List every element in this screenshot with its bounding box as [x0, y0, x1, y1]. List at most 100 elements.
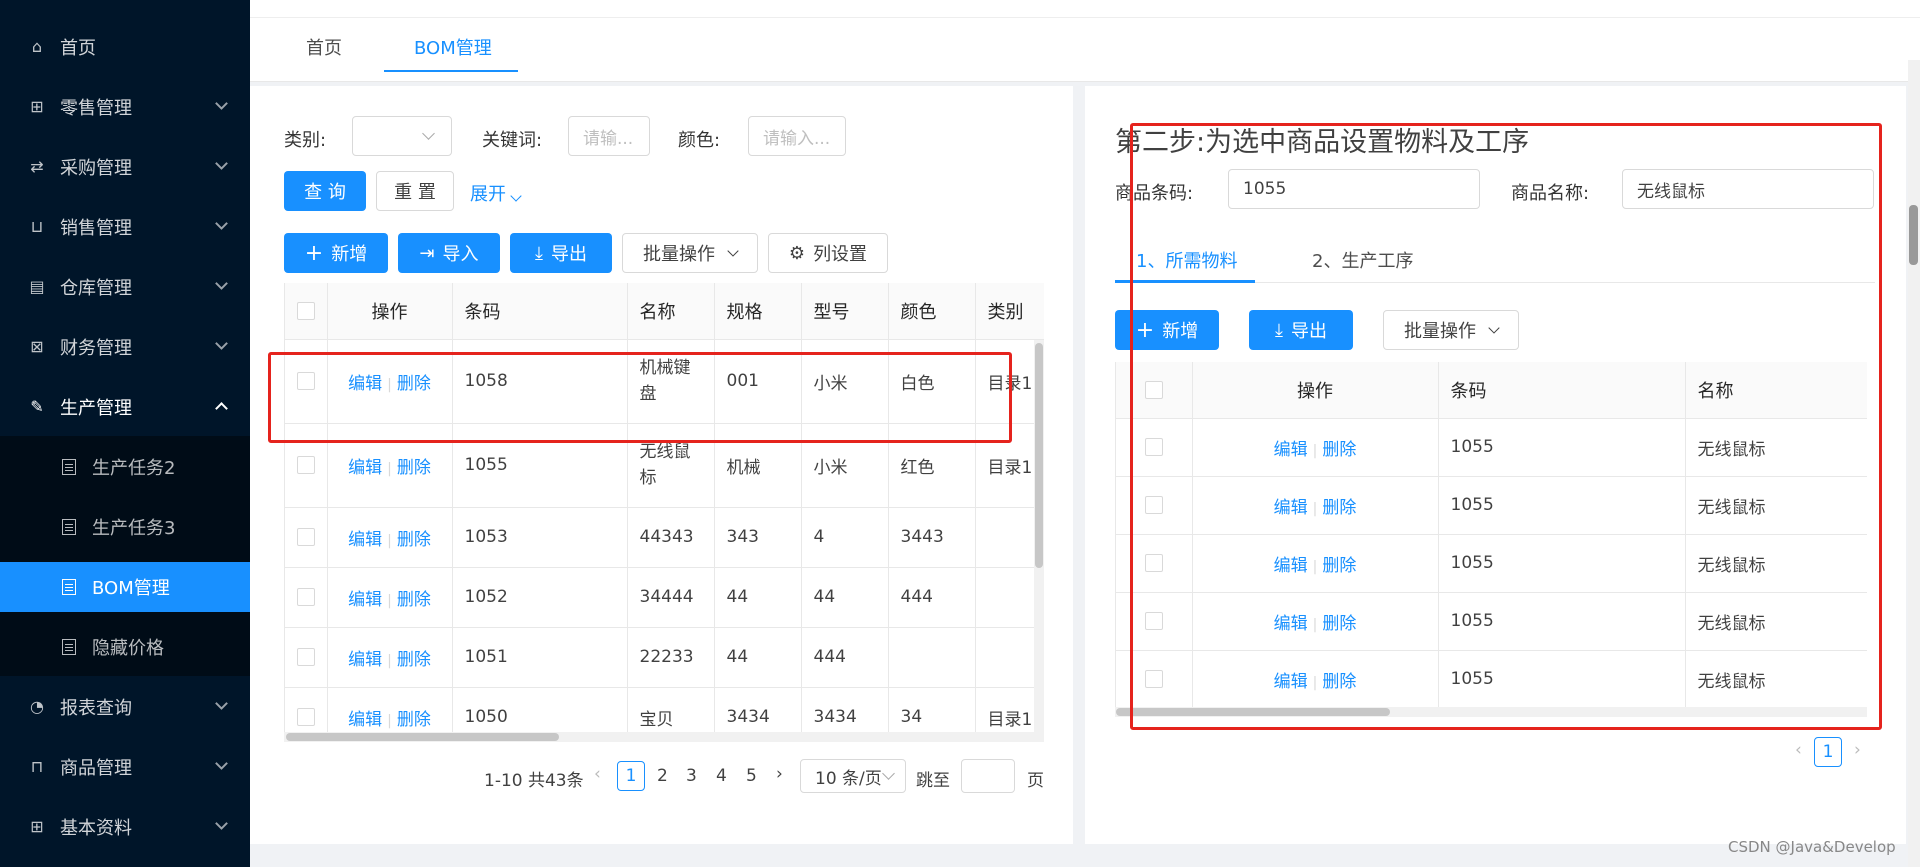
query-button-label: 查 询: [304, 182, 346, 203]
import-button[interactable]: ⇥ 导入: [398, 233, 500, 273]
product-table: 操作 条码 名称 规格 型号 颜色 类别 编辑 | 删除 1058 机械键盘 001…: [285, 283, 1044, 733]
delete-link[interactable]: 删除: [397, 650, 431, 670]
cart-icon: ⊔: [30, 217, 44, 236]
select-all-checkbox[interactable]: [296, 302, 315, 321]
sidebar-subitem-label: BOM管理: [92, 578, 170, 599]
add-button[interactable]: + 新增: [284, 233, 388, 273]
cell-name: 44343: [627, 507, 715, 568]
table-row[interactable]: 编辑 | 删除 1052 34444 44 44 444: [285, 567, 1044, 628]
table-row[interactable]: 编辑 | 删除 1051 22233 44 444: [285, 627, 1044, 688]
page-scrollbar[interactable]: [1909, 205, 1918, 265]
next-page-icon[interactable]: ›: [1854, 740, 1861, 760]
table-row[interactable]: 编辑 | 删除 1053 44343 343 4 3443: [285, 507, 1044, 568]
document-icon: [62, 579, 76, 595]
sidebar-item-production[interactable]: ✎ 生产管理: [0, 377, 250, 437]
prev-page-icon[interactable]: ‹: [594, 764, 601, 784]
column-settings-button[interactable]: ⚙ 列设置: [768, 233, 888, 273]
row-checkbox[interactable]: [296, 588, 315, 606]
sidebar-item-basics[interactable]: ⊞ 基本资料: [0, 797, 250, 857]
expand-link[interactable]: 展开: [470, 180, 522, 206]
expand-label: 展开: [470, 184, 506, 205]
sidebar-item-finance[interactable]: ⊠ 财务管理: [0, 317, 250, 377]
reset-button[interactable]: 重 置: [376, 171, 454, 211]
tab-home[interactable]: 首页: [306, 34, 342, 60]
cell-barcode: 1053: [452, 507, 628, 568]
sidebar-item-home[interactable]: ⌂ 首页: [0, 17, 250, 77]
sidebar-subitem-task2[interactable]: 生产任务2: [0, 442, 250, 492]
swap-icon: ⇄: [30, 157, 44, 176]
edit-link[interactable]: 编辑: [348, 590, 382, 610]
page-size-label: 10 条/页: [815, 768, 882, 789]
import-button-label: 导入: [442, 244, 479, 265]
query-button[interactable]: 查 询: [284, 171, 366, 211]
sidebar-item-label: 首页: [60, 38, 96, 59]
header-strip: [250, 0, 1920, 18]
page-size-select[interactable]: 10 条/页: [800, 759, 906, 793]
row-checkbox[interactable]: [296, 456, 315, 474]
reset-button-label: 重 置: [394, 182, 436, 203]
row-checkbox[interactable]: [296, 708, 315, 726]
download-icon: ⤓: [535, 242, 543, 264]
sidebar-subitem-hidden-price[interactable]: 隐藏价格: [0, 622, 250, 672]
page-1[interactable]: 1: [617, 761, 645, 791]
row-checkbox[interactable]: [296, 528, 315, 546]
chevron-down-icon: [215, 337, 228, 350]
table-row[interactable]: 编辑 | 删除 1050 宝贝 3434 3434 34 目录1: [285, 687, 1044, 733]
delete-link[interactable]: 删除: [397, 590, 431, 610]
delete-link[interactable]: 删除: [397, 530, 431, 550]
keyword-label: 关键词:: [482, 130, 543, 151]
add-button-label: 新增: [331, 244, 368, 265]
document-icon: [62, 519, 76, 535]
sidebar-item-sales[interactable]: ⊔ 销售管理: [0, 197, 250, 257]
cell-name: 34444: [627, 567, 715, 628]
delete-link[interactable]: 删除: [397, 458, 431, 478]
home-icon: ⌂: [31, 37, 43, 56]
category-select[interactable]: [352, 116, 452, 156]
product-table-wrapper: 操作 条码 名称 规格 型号 颜色 类别 编辑 | 删除 1058 机械键盘 001…: [284, 283, 1044, 733]
page-5[interactable]: 5: [746, 766, 757, 786]
sidebar-item-purchase[interactable]: ⇄ 采购管理: [0, 137, 250, 197]
page-3[interactable]: 3: [686, 766, 697, 786]
batch-actions-dropdown[interactable]: 批量操作: [622, 233, 758, 273]
edit-link[interactable]: 编辑: [348, 710, 382, 730]
sidebar-subitem-task3[interactable]: 生产任务3: [0, 502, 250, 552]
sidebar-item-reports[interactable]: ◔ 报表查询: [0, 677, 250, 737]
next-page-icon[interactable]: ›: [776, 764, 783, 784]
prev-page-icon[interactable]: ‹: [1795, 740, 1802, 760]
cell-model: 444: [801, 627, 889, 688]
document-icon: [62, 459, 76, 475]
sidebar-item-warehouse[interactable]: ▤ 仓库管理: [0, 257, 250, 317]
sidebar-subitem-bom[interactable]: BOM管理: [0, 562, 250, 612]
chevron-down-icon: [215, 697, 228, 710]
sidebar-item-retail[interactable]: ⊞ 零售管理: [0, 77, 250, 137]
jump-input[interactable]: [961, 759, 1015, 793]
column-header: 条码: [452, 283, 628, 340]
category-label: 类别:: [284, 130, 327, 151]
page-4[interactable]: 4: [716, 766, 727, 786]
row-checkbox[interactable]: [296, 648, 315, 666]
column-header: 型号: [801, 283, 889, 340]
cell-color: 3443: [888, 507, 976, 568]
edit-link[interactable]: 编辑: [348, 650, 382, 670]
color-input[interactable]: 请输入...: [748, 116, 846, 156]
sidebar-item-label: 零售管理: [60, 98, 132, 119]
horizontal-scrollbar[interactable]: [286, 733, 559, 741]
vertical-scrollbar[interactable]: [1035, 343, 1043, 568]
chevron-down-icon: [510, 190, 522, 202]
edit-link[interactable]: 编辑: [348, 458, 382, 478]
sidebar-item-products[interactable]: ⊓ 商品管理: [0, 737, 250, 797]
edit-link[interactable]: 编辑: [348, 530, 382, 550]
sidebar-item-label: 生产管理: [60, 398, 132, 419]
wrench-icon: ✎: [30, 397, 44, 416]
tab-bom[interactable]: BOM管理: [414, 34, 492, 60]
page-1[interactable]: 1: [1814, 737, 1842, 767]
table-header-row: 操作 条码 名称 规格 型号 颜色 类别: [285, 283, 1044, 340]
gear-icon: ⚙: [788, 242, 806, 264]
export-button[interactable]: ⤓ 导出: [510, 233, 612, 273]
column-header: 类别: [975, 283, 1044, 340]
sidebar-item-label: 商品管理: [60, 758, 132, 779]
keyword-input[interactable]: 请输...: [568, 116, 650, 156]
delete-link[interactable]: 删除: [397, 710, 431, 730]
page-2[interactable]: 2: [657, 766, 668, 786]
column-header: 名称: [627, 283, 715, 340]
